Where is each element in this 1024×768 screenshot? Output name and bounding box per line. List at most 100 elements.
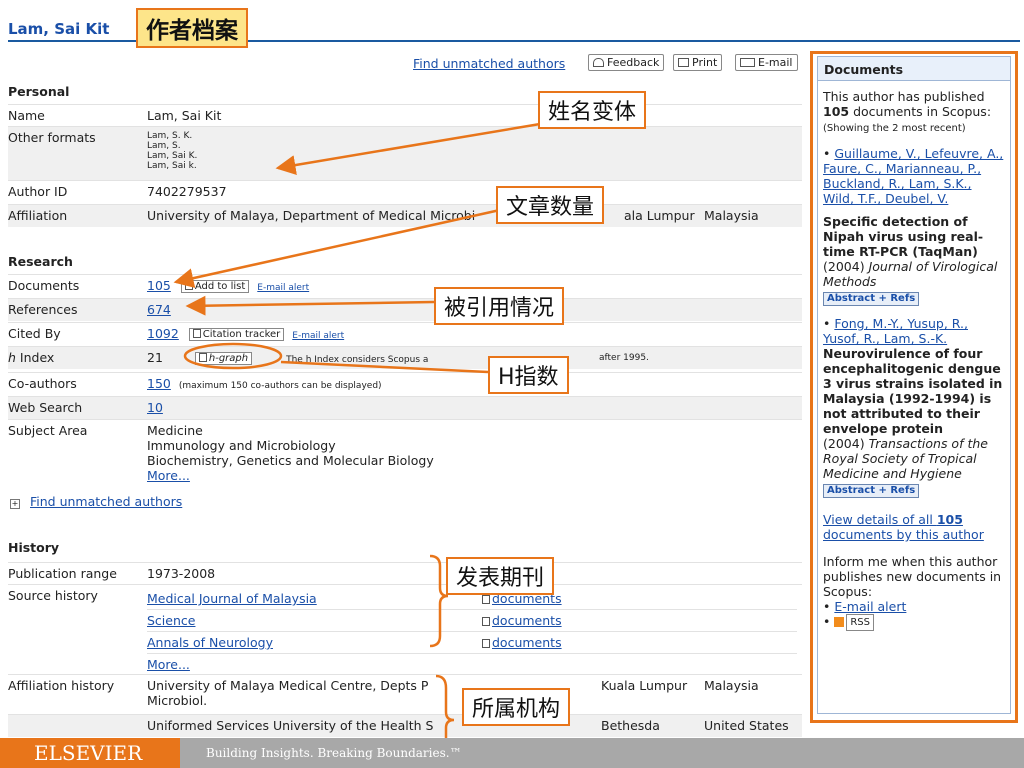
doc1-authors-links[interactable]: Guillaume, V., Lefeuvre, A., Faure, C., … <box>823 146 1003 206</box>
view-all-pre: View details of all <box>823 512 937 527</box>
intro-count: 105 <box>823 104 850 119</box>
web-search-count-link[interactable]: 10 <box>147 400 163 415</box>
email-label: E-mail <box>758 56 793 69</box>
affiliation-history-label: Affiliation history <box>8 678 115 693</box>
rss-icon <box>834 617 845 627</box>
cited-by-email-alert-link[interactable]: E-mail alert <box>292 331 344 341</box>
coauthors-label: Co-authors <box>8 376 77 391</box>
documents-icon <box>482 617 490 626</box>
author-name-title: Lam, Sai Kit <box>8 20 110 38</box>
doc2-abstract-refs-button[interactable]: Abstract + Refs <box>823 484 920 498</box>
view-all-documents-link[interactable]: View details of all 105 documents by thi… <box>823 512 984 542</box>
find-unmatched-authors-link[interactable]: Find unmatched authors <box>413 56 565 71</box>
showing-note: (Showing the 2 most recent) <box>823 123 966 134</box>
view-all-link-wrap: View details of all 105 documents by thi… <box>823 512 1006 542</box>
documents-icon <box>482 639 490 648</box>
doc1-title: Specific detection of Nipah virus using … <box>823 214 984 259</box>
source-journal-link[interactable]: Annals of Neurology <box>147 635 273 650</box>
h-index-label: h Index <box>8 350 54 365</box>
source-documents-link[interactable]: documents <box>492 635 562 650</box>
annotation-header: 作者档案 <box>136 8 248 48</box>
print-button[interactable]: Print <box>673 54 723 71</box>
tracker-icon <box>192 329 201 338</box>
web-search-row: Web Search 10 <box>8 396 802 419</box>
publication-range-row: Publication range 1973-2008 <box>8 562 802 585</box>
source-list: Medical Journal of Malaysia documents Sci… <box>147 588 797 675</box>
affiliation-value: University of Malaya, Department of Medi… <box>147 208 476 223</box>
cited-by-count-link[interactable]: 1092 <box>147 326 179 341</box>
other-format-item: Lam, S. K. <box>147 131 193 141</box>
person-icon <box>593 58 604 67</box>
h-italic: h <box>8 350 16 365</box>
affiliation-history-name: Uniformed Services University of the Hea… <box>147 718 434 733</box>
affiliation-history-city: Kuala Lumpur <box>601 678 688 693</box>
references-count-link[interactable]: 674 <box>147 302 171 317</box>
subject-more-link[interactable]: More... <box>147 468 190 483</box>
cited-by-row: Cited By 1092 Citation tracker E-mail al… <box>8 322 802 345</box>
email-button[interactable]: E-mail <box>735 54 798 71</box>
add-icon <box>184 281 193 290</box>
source-journal-link[interactable]: Science <box>147 613 195 628</box>
doc2-year: (2004) <box>823 436 865 451</box>
annotation-affiliation: 所属机构 <box>462 688 571 726</box>
documents-label: Documents <box>8 278 80 293</box>
affiliation-history-row-2: Uniformed Services University of the Hea… <box>8 714 802 737</box>
add-to-list-button[interactable]: Add to list <box>180 280 250 293</box>
subject-list: Medicine Immunology and Microbiology Bio… <box>147 423 434 483</box>
affiliation-city: ala Lumpur <box>624 208 695 223</box>
find-unmatched-expander[interactable]: + Find unmatched authors <box>10 494 182 509</box>
h-index-value: 21 <box>147 350 163 365</box>
source-documents-link[interactable]: documents <box>492 613 562 628</box>
citation-tracker-button[interactable]: Citation tracker <box>188 328 285 341</box>
source-journal-link[interactable]: Medical Journal of Malaysia <box>147 591 317 606</box>
annotation-name-variants: 姓名变体 <box>538 91 647 129</box>
research-heading: Research <box>8 254 73 269</box>
affiliation-history-name: University of Malaya Medical Centre, Dep… <box>147 678 417 693</box>
feedback-button[interactable]: Feedback <box>588 54 665 71</box>
affiliation-history-fragment: P <box>420 678 429 693</box>
intro-text-post: documents in Scopus: <box>849 104 992 119</box>
affiliation-history-item: University of Malaya Medical Centre, Dep… <box>147 678 428 708</box>
subject-item: Medicine <box>147 423 203 438</box>
references-label: References <box>8 302 78 317</box>
other-format-item: Lam, Sai k. <box>147 161 197 171</box>
rss-button[interactable]: RSS <box>846 614 875 631</box>
documents-email-alert-link[interactable]: E-mail alert <box>257 283 309 293</box>
affiliation-country: Malaysia <box>704 208 759 223</box>
annotation-journals: 发表期刊 <box>446 557 555 595</box>
affiliation-history-row: Affiliation history University of Malaya… <box>8 674 802 715</box>
h-index-note-tail: after 1995. <box>599 353 649 363</box>
affiliation-history-country: Malaysia <box>704 678 759 693</box>
subject-item: Immunology and Microbiology <box>147 438 336 453</box>
source-more-link[interactable]: More... <box>147 657 190 672</box>
author-id-value: 7402279537 <box>147 184 227 199</box>
doc1-abstract-refs-button[interactable]: Abstract + Refs <box>823 292 920 306</box>
print-label: Print <box>692 56 718 69</box>
author-id-row: Author ID 7402279537 <box>8 180 802 203</box>
source-history-row: Source history Medical Journal of Malays… <box>8 584 802 675</box>
h-index-note: The h Index considers Scopus a <box>286 355 429 365</box>
sidebar-intro: This author has published 105 documents … <box>823 89 1006 134</box>
source-item: Science documents <box>147 609 797 631</box>
rss-item: • RSS <box>823 614 1006 631</box>
source-item: Annals of Neurology documents <box>147 631 797 653</box>
h-graph-button[interactable]: h-graph <box>194 352 253 365</box>
add-to-list-label: Add to list <box>194 281 246 292</box>
affiliation-row: Affiliation University of Malaya, Depart… <box>8 204 802 227</box>
inform-text: Inform me when this author publishes new… <box>823 554 1002 599</box>
documents-sidebar: Documents This author has published 105 … <box>810 51 1018 723</box>
coauthors-row: Co-authors 150 (maximum 150 co-authors c… <box>8 372 802 395</box>
cited-by-label: Cited By <box>8 326 61 341</box>
footer-bar: ELSEVIER Building Insights. Breaking Bou… <box>0 738 1024 768</box>
documents-count-link[interactable]: 105 <box>147 278 171 293</box>
subject-area-label: Subject Area <box>8 423 88 438</box>
sidebar-email-alert-link[interactable]: E-mail alert <box>834 599 906 614</box>
coauthors-count-link[interactable]: 150 <box>147 376 171 391</box>
history-heading: History <box>8 540 60 555</box>
doc2-title: Neurovirulence of four encephalitogenic … <box>823 346 1003 436</box>
intro-text: This author has published <box>823 89 985 104</box>
documents-row: Documents 105 Add to list E-mail alert <box>8 274 802 297</box>
find-unmatched-authors-bottom-link[interactable]: Find unmatched authors <box>30 494 182 509</box>
doc2-authors-links[interactable]: Fong, M.-Y., Yusup, R., Yusof, R., Lam, … <box>823 316 968 346</box>
subject-item: Biochemistry, Genetics and Molecular Bio… <box>147 453 434 468</box>
